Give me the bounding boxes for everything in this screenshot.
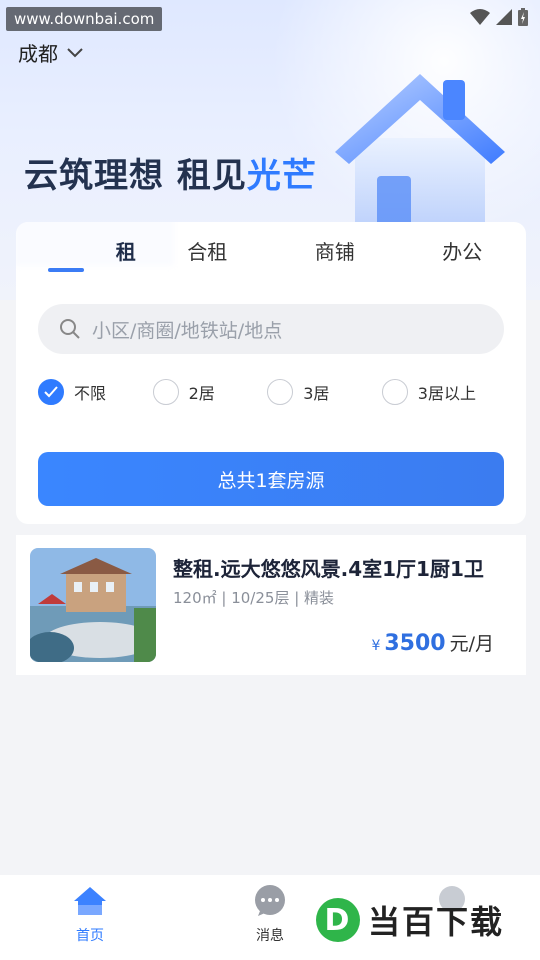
nav-home[interactable]: 首页 — [50, 885, 130, 945]
hero-slogan: 云筑理想 租见光芒 — [24, 148, 317, 197]
nav-label: 首页 — [76, 928, 104, 944]
search-card: 租 合租 商铺 办公 小区/商圈/地铁站/地点 不限 2居 3居 3居以上 总共… — [16, 222, 526, 524]
tab-whole-rent[interactable]: 租 — [16, 222, 174, 282]
tab-label: 办公 — [442, 240, 483, 264]
listing-photo — [30, 548, 156, 662]
chevron-down-icon — [67, 47, 83, 57]
radio-checked[interactable] — [38, 379, 64, 405]
home-icon — [74, 887, 106, 915]
tab-active-underline — [48, 268, 84, 272]
chat-bubble-icon — [255, 885, 285, 916]
listing-title: 整租.远大悠悠风景.4室1厅1厨1卫 — [173, 557, 484, 581]
rent-type-tabs: 租 合租 商铺 办公 — [16, 222, 526, 282]
total-listings-button[interactable]: 总共1套房源 — [38, 452, 504, 506]
filter-label: 不限 — [74, 384, 107, 403]
listing-price: ¥ 3500 元/月 — [371, 629, 494, 656]
tab-label: 合租 — [187, 240, 228, 264]
search-input[interactable]: 小区/商圈/地铁站/地点 — [38, 304, 504, 354]
brand-name: 当百下载 — [368, 903, 505, 941]
watermark-logo: D 当百下载 — [316, 897, 504, 943]
tab-shops[interactable]: 商铺 — [271, 222, 399, 282]
filter-label: 3居 — [303, 384, 330, 403]
listing-meta: 120㎡ | 10/25层 | 精装 — [173, 589, 335, 607]
signal-icon — [496, 9, 512, 25]
radio[interactable] — [267, 379, 294, 405]
city-label: 成都 — [18, 42, 58, 66]
house-illustration-icon — [335, 74, 505, 230]
tab-label: 租 — [115, 240, 136, 264]
listing-card[interactable]: 整租.远大悠悠风景.4室1厅1厨1卫 120㎡ | 10/25层 | 精装 ¥ … — [16, 535, 526, 675]
city-selector[interactable]: 成都 — [18, 38, 84, 67]
search-icon — [60, 319, 80, 339]
price-symbol: ¥ — [371, 638, 381, 654]
tab-office[interactable]: 办公 — [399, 222, 527, 282]
slogan-highlight: 光芒 — [246, 156, 317, 196]
watermark-banner: www.downbai.com — [6, 7, 163, 31]
room-filter-group: 不限 2居 3居 3居以上 — [38, 374, 508, 410]
brand-logo-icon: D — [316, 898, 360, 942]
radio[interactable] — [152, 379, 179, 405]
filter-3-rooms[interactable]: 3居 — [267, 374, 382, 410]
radio[interactable] — [381, 379, 408, 405]
nav-messages[interactable]: 消息 — [230, 885, 310, 945]
tab-shared-rent[interactable]: 合租 — [144, 222, 272, 282]
price-unit: 元/月 — [449, 633, 494, 655]
price-value: 3500 — [384, 631, 446, 656]
wifi-icon — [470, 9, 490, 25]
filter-any[interactable]: 不限 — [38, 374, 153, 410]
filter-2-rooms[interactable]: 2居 — [152, 374, 268, 410]
slogan-text: 云筑理想 租见 — [24, 156, 247, 196]
filter-label: 3居以上 — [417, 384, 476, 403]
status-bar — [470, 8, 528, 26]
filter-3-plus-rooms[interactable]: 3居以上 — [381, 374, 508, 410]
nav-label: 消息 — [256, 928, 284, 944]
filter-label: 2居 — [188, 384, 215, 403]
search-placeholder: 小区/商圈/地铁站/地点 — [92, 319, 283, 342]
check-icon — [44, 386, 58, 398]
battery-icon — [518, 8, 528, 26]
tab-label: 商铺 — [314, 240, 355, 264]
